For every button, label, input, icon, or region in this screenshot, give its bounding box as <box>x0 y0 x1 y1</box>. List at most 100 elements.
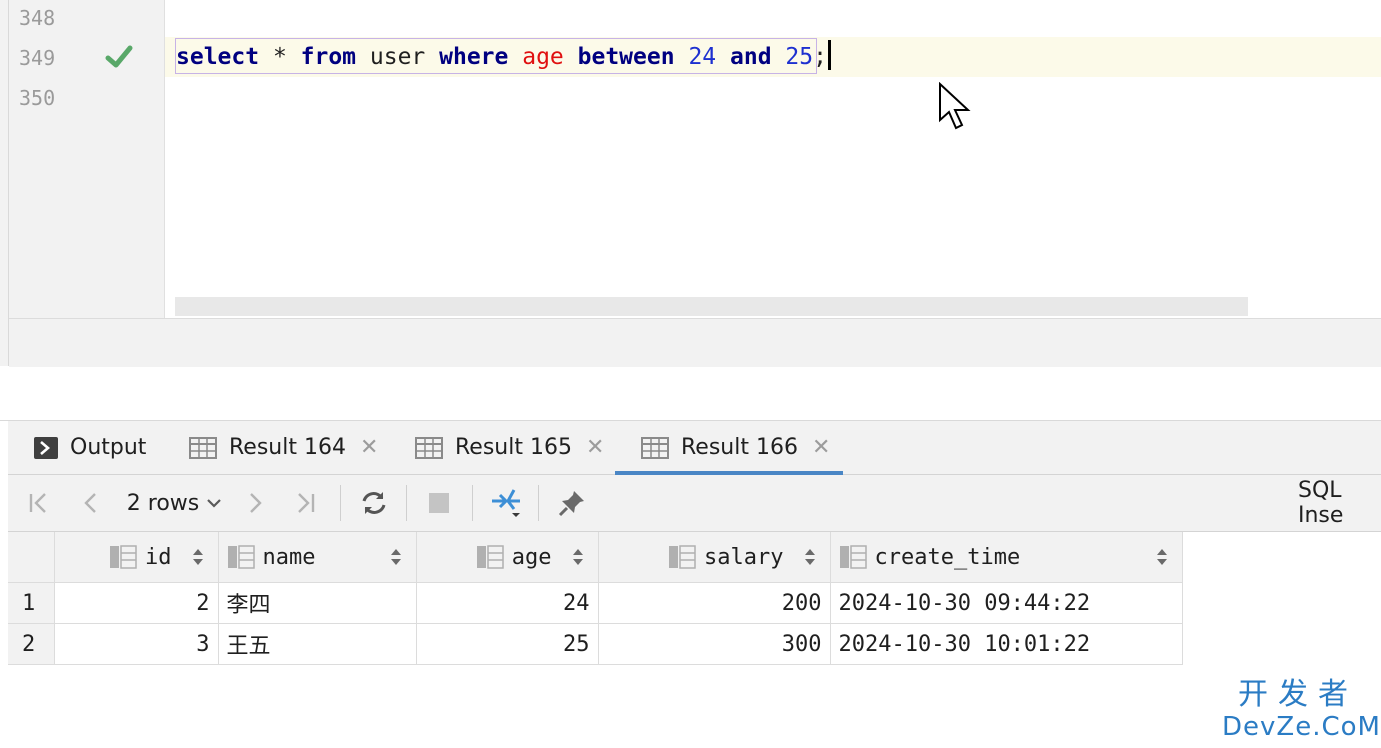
code-token: user <box>356 44 440 70</box>
watermark-top: 开发者 <box>1238 677 1358 712</box>
editor-footer-band <box>9 318 1381 368</box>
rows-dropdown[interactable]: 2 rows <box>120 475 230 531</box>
cell-name[interactable]: 李四 <box>218 582 417 624</box>
code-token: from <box>300 44 357 70</box>
cell-age[interactable]: 24 <box>416 582 599 624</box>
horizontal-scrollbar[interactable] <box>175 297 1248 316</box>
checkmark-icon <box>105 45 133 68</box>
cell-salary[interactable]: 300 <box>598 623 831 665</box>
sort-icon[interactable] <box>192 548 204 566</box>
column-name: id <box>145 544 172 570</box>
cell-create-time[interactable]: 2024-10-30 09:44:22 <box>830 582 1183 624</box>
pin-icon <box>558 491 584 517</box>
row-number-header <box>8 532 55 583</box>
column-header-id[interactable]: id <box>54 532 219 583</box>
result-grid: id name age salary create_time 1 2 李四 24… <box>8 532 1183 665</box>
watermark-bottom: DevZe.CoM <box>1222 712 1381 742</box>
cell-salary[interactable]: 200 <box>598 582 831 624</box>
next-page-icon <box>250 493 262 513</box>
left-edge-strip <box>0 0 9 366</box>
code-token: where <box>439 44 509 70</box>
cell-age[interactable]: 25 <box>416 623 599 665</box>
close-icon[interactable]: ✕ <box>812 435 830 460</box>
close-icon[interactable]: ✕ <box>586 435 604 460</box>
row-number[interactable]: 2 <box>8 623 55 665</box>
column-name: salary <box>704 544 784 570</box>
column-icon <box>227 545 255 569</box>
tab-result-165[interactable]: Result 165 ✕ <box>415 421 615 474</box>
code-token: select <box>176 44 260 70</box>
watermark: 开发者 DevZe.CoM <box>1222 677 1381 744</box>
refresh-button[interactable] <box>354 475 394 531</box>
table-row[interactable]: 1 2 李四 24 200 2024-10-30 09:44:22 <box>8 582 1183 624</box>
panel-splitter[interactable] <box>0 367 1381 420</box>
next-page-button[interactable] <box>238 475 272 531</box>
pin-button[interactable] <box>552 475 592 531</box>
column-header-name[interactable]: name <box>218 532 417 583</box>
tab-result-166[interactable]: Result 166 ✕ <box>615 421 843 475</box>
column-name: age <box>511 544 552 570</box>
compare-button[interactable] <box>486 475 530 531</box>
code-token: * <box>259 44 301 70</box>
sql-insert-dropdown[interactable]: SQL Inse <box>1298 475 1381 531</box>
first-page-button[interactable] <box>22 475 56 531</box>
sort-icon[interactable] <box>390 548 402 566</box>
sql-statement[interactable]: select * from user where age between 24 … <box>176 37 831 77</box>
tab-result-164[interactable]: Result 164 ✕ <box>189 421 389 474</box>
tab-label: Result 165 <box>455 435 572 460</box>
stop-icon <box>429 493 449 513</box>
text-caret <box>827 40 831 70</box>
first-page-icon <box>29 493 46 513</box>
refresh-icon <box>362 492 386 514</box>
chevron-down-icon <box>207 499 222 508</box>
column-icon <box>669 545 696 569</box>
line-number: 349 <box>19 46 56 70</box>
tab-label: Output <box>70 435 147 460</box>
cell-id[interactable]: 3 <box>54 623 219 665</box>
close-icon[interactable]: ✕ <box>360 435 378 460</box>
sort-icon[interactable] <box>804 548 816 566</box>
tab-label: Result 166 <box>681 435 798 460</box>
sort-icon[interactable] <box>572 548 584 566</box>
last-page-icon <box>298 493 315 513</box>
toolbar-separator <box>406 485 407 521</box>
console-icon <box>34 436 58 459</box>
column-header-age[interactable]: age <box>416 532 599 583</box>
sql-insert-label: SQL Inse <box>1298 478 1344 528</box>
tab-output[interactable]: Output <box>34 421 174 474</box>
compare-icon <box>492 489 520 517</box>
result-toolbar: 2 rows SQL Inse <box>8 475 1381 532</box>
sql-editor[interactable]: 348 349 350 select * from user where age… <box>0 0 1381 318</box>
line-number: 348 <box>19 6 56 30</box>
code-token: ; <box>813 44 827 70</box>
cell-create-time[interactable]: 2024-10-30 10:01:22 <box>830 623 1183 665</box>
row-number[interactable]: 1 <box>8 582 55 624</box>
code-token: 25 <box>785 44 814 70</box>
table-row[interactable]: 2 3 王五 25 300 2024-10-30 10:01:22 <box>8 623 1183 665</box>
column-header-create-time[interactable]: create_time <box>830 532 1183 583</box>
prev-page-button[interactable] <box>74 475 108 531</box>
mouse-pointer-icon <box>939 82 971 130</box>
code-token: and <box>730 44 772 70</box>
toolbar-separator <box>472 485 473 521</box>
last-page-button[interactable] <box>288 475 322 531</box>
tab-label: Result 164 <box>229 435 346 460</box>
editor-gutter: 348 349 350 <box>9 0 165 318</box>
sort-icon[interactable] <box>1156 548 1168 566</box>
table-icon <box>641 436 669 459</box>
prev-page-icon <box>84 493 96 513</box>
toolbar-separator <box>340 485 341 521</box>
column-header-salary[interactable]: salary <box>598 532 831 583</box>
stop-button[interactable] <box>422 475 456 531</box>
table-icon <box>189 436 217 459</box>
line-number: 350 <box>19 86 56 110</box>
cell-id[interactable]: 2 <box>54 582 219 624</box>
column-name: create_time <box>874 544 1021 570</box>
rows-count: 2 rows <box>126 490 200 516</box>
code-token: age <box>522 44 564 70</box>
cell-name[interactable]: 王五 <box>218 623 417 665</box>
